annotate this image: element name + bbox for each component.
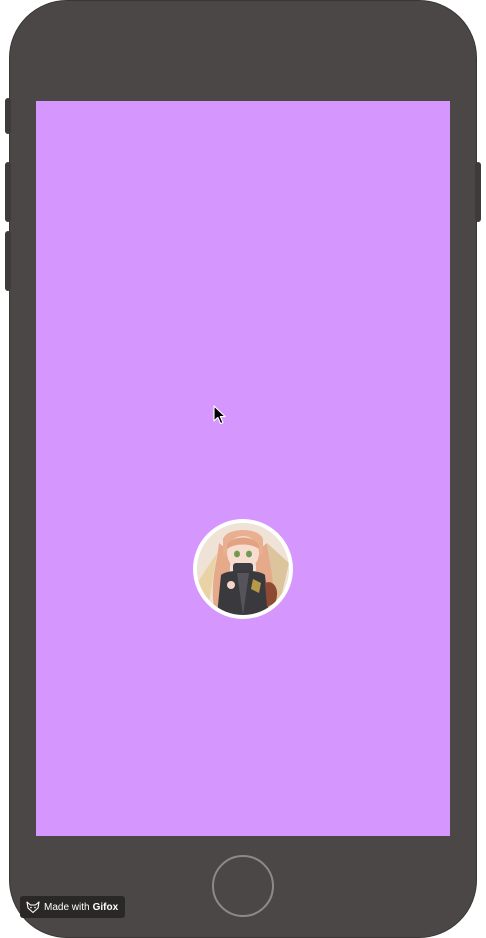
gifox-badge: Made with Gifox: [20, 896, 125, 918]
fox-icon: [26, 901, 40, 914]
power-button: [475, 162, 481, 222]
mute-switch: [5, 98, 11, 134]
anime-girl-avatar: [197, 523, 289, 615]
avatar[interactable]: [193, 519, 293, 619]
volume-up-button: [5, 162, 11, 222]
badge-brand: Gifox: [92, 901, 119, 913]
badge-prefix: Made with: [44, 901, 90, 913]
arrow-cursor-icon: [213, 405, 226, 425]
app-screen[interactable]: [36, 101, 450, 836]
home-button[interactable]: [212, 855, 274, 917]
volume-down-button: [5, 231, 11, 291]
